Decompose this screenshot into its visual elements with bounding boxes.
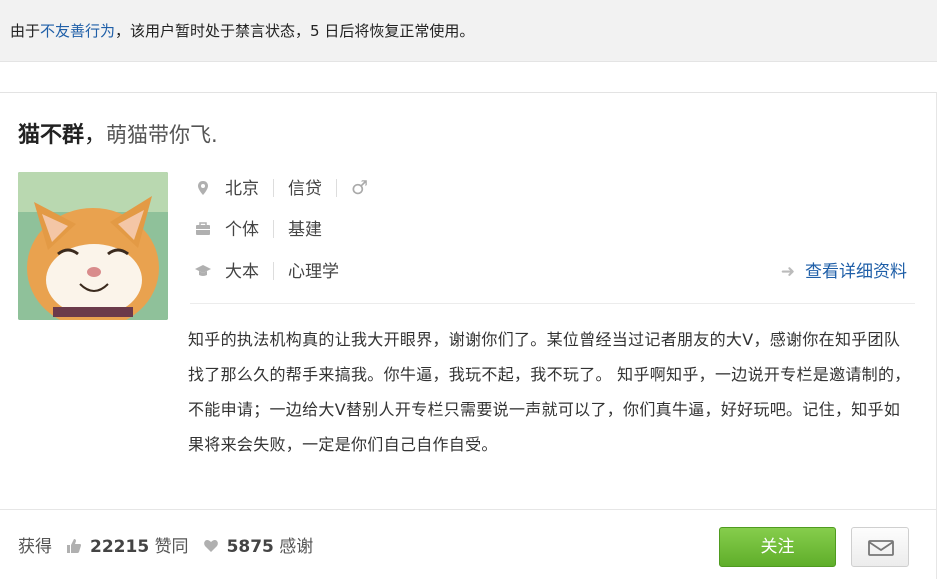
heart-icon (203, 535, 219, 563)
employment-line: 个体 基建 (195, 216, 322, 244)
bio-divider (190, 303, 915, 304)
industry-text[interactable]: 信贷 (288, 179, 322, 199)
user-name[interactable]: 猫不群 (18, 123, 84, 148)
info-divider (273, 262, 274, 280)
notice-suffix: ，该用户暂时处于禁言状态，5 日后将恢复正常使用。 (115, 22, 475, 40)
stats-prefix: 获得 (18, 537, 52, 557)
user-motto: 萌猫带你飞. (106, 123, 218, 147)
briefcase-icon (195, 218, 211, 235)
graduation-cap-icon (195, 260, 211, 276)
info-divider (273, 179, 274, 197)
notice-prefix: 由于 (10, 22, 41, 40)
education-line: 大本 心理学 (195, 258, 339, 286)
title-separator: ， (84, 123, 107, 148)
agree-label: 赞同 (154, 537, 189, 557)
follow-button[interactable]: 关注 (719, 527, 836, 567)
thanks-label: 感谢 (279, 537, 314, 557)
info-divider (336, 179, 337, 197)
stats-bar: 获得 22215 赞同 5875 感谢 (18, 533, 313, 563)
agree-count: 22215 (90, 537, 150, 557)
cat-avatar-image (18, 172, 168, 320)
male-icon: ♂ (351, 177, 369, 199)
ban-notice: 由于不友善行为，该用户暂时处于禁言状态，5 日后将恢复正常使用。 (0, 0, 937, 62)
location-text[interactable]: 北京 (225, 179, 259, 199)
position-text[interactable]: 基建 (288, 220, 322, 240)
thumbs-up-icon (66, 535, 82, 563)
footer-divider (0, 509, 937, 510)
mail-icon (868, 540, 894, 556)
view-details-label: 查看详细资料 (805, 262, 907, 282)
employment-text[interactable]: 个体 (225, 220, 259, 240)
profile-title: 猫不群，萌猫带你飞. (18, 122, 218, 149)
unfriendly-behavior-link[interactable]: 不友善行为 (40, 22, 115, 40)
view-details-link[interactable]: ➜ 查看详细资料 (781, 258, 907, 286)
send-message-button[interactable] (851, 527, 909, 567)
avatar[interactable] (18, 172, 168, 320)
info-divider (273, 220, 274, 238)
arrow-right-icon: ➜ (780, 262, 795, 282)
location-pin-icon (195, 177, 211, 195)
thanks-count: 5875 (226, 537, 274, 557)
major-text[interactable]: 心理学 (288, 262, 339, 282)
location-industry-line: 北京 信贷 ♂ (195, 174, 368, 202)
education-text[interactable]: 大本 (225, 262, 259, 282)
user-bio: 知乎的执法机构真的让我大开眼界，谢谢你们了。某位曾经当过记者朋友的大V，感谢你在… (188, 330, 911, 454)
